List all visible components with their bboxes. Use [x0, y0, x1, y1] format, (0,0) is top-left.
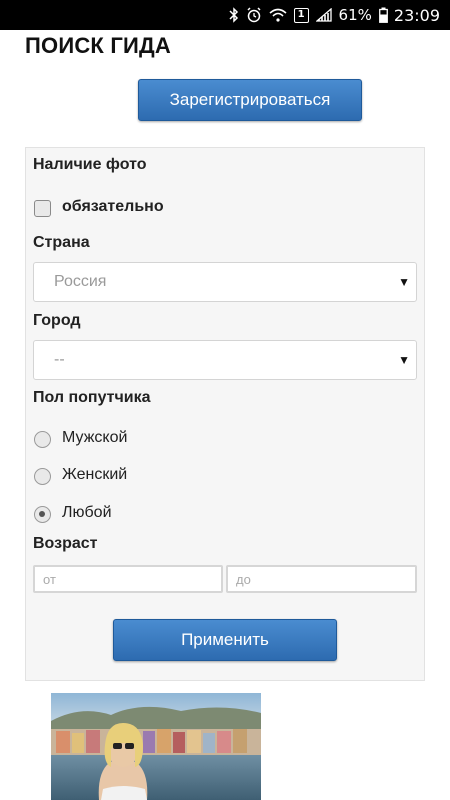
battery-percent: 61%	[338, 6, 372, 24]
city-label: Город	[33, 312, 81, 329]
photo-required-label[interactable]: обязательно	[62, 198, 164, 216]
radio-any-label[interactable]: Любой	[62, 504, 112, 522]
alarm-icon	[246, 7, 262, 23]
dropdown-arrow-icon: ▼	[398, 353, 410, 367]
filter-panel	[25, 147, 425, 681]
country-select[interactable]: Россия ▼	[33, 262, 417, 302]
radio-male-label[interactable]: Мужской	[62, 429, 127, 447]
notification-badge: 1	[293, 7, 309, 23]
radio-any[interactable]	[34, 506, 51, 523]
signal-icon	[315, 8, 332, 22]
age-label: Возраст	[33, 535, 98, 552]
photo-required-checkbox[interactable]	[34, 200, 51, 217]
register-button[interactable]: Зарегистрироваться	[138, 79, 362, 121]
radio-female-label[interactable]: Женский	[62, 466, 127, 484]
status-bar: 1 61% 23:09	[0, 0, 450, 30]
country-label: Страна	[33, 234, 90, 251]
battery-icon	[378, 7, 388, 23]
bluetooth-icon	[229, 7, 239, 23]
age-from-input[interactable]	[33, 565, 223, 593]
age-to-input[interactable]	[226, 565, 417, 593]
radio-male[interactable]	[34, 431, 51, 448]
photo-label: Наличие фото	[33, 156, 147, 173]
dropdown-arrow-icon: ▼	[398, 275, 410, 289]
apply-button[interactable]: Применить	[113, 619, 337, 661]
city-select[interactable]: -- ▼	[33, 340, 417, 380]
clock: 23:09	[393, 5, 440, 25]
page-title: ПОИСК ГИДА	[25, 33, 172, 58]
country-value: Россия	[54, 273, 107, 290]
radio-female[interactable]	[34, 468, 51, 485]
guide-photo[interactable]	[51, 693, 261, 800]
wifi-icon	[269, 8, 287, 22]
city-value: --	[54, 351, 65, 368]
gender-label: Пол попутчика	[33, 389, 151, 406]
